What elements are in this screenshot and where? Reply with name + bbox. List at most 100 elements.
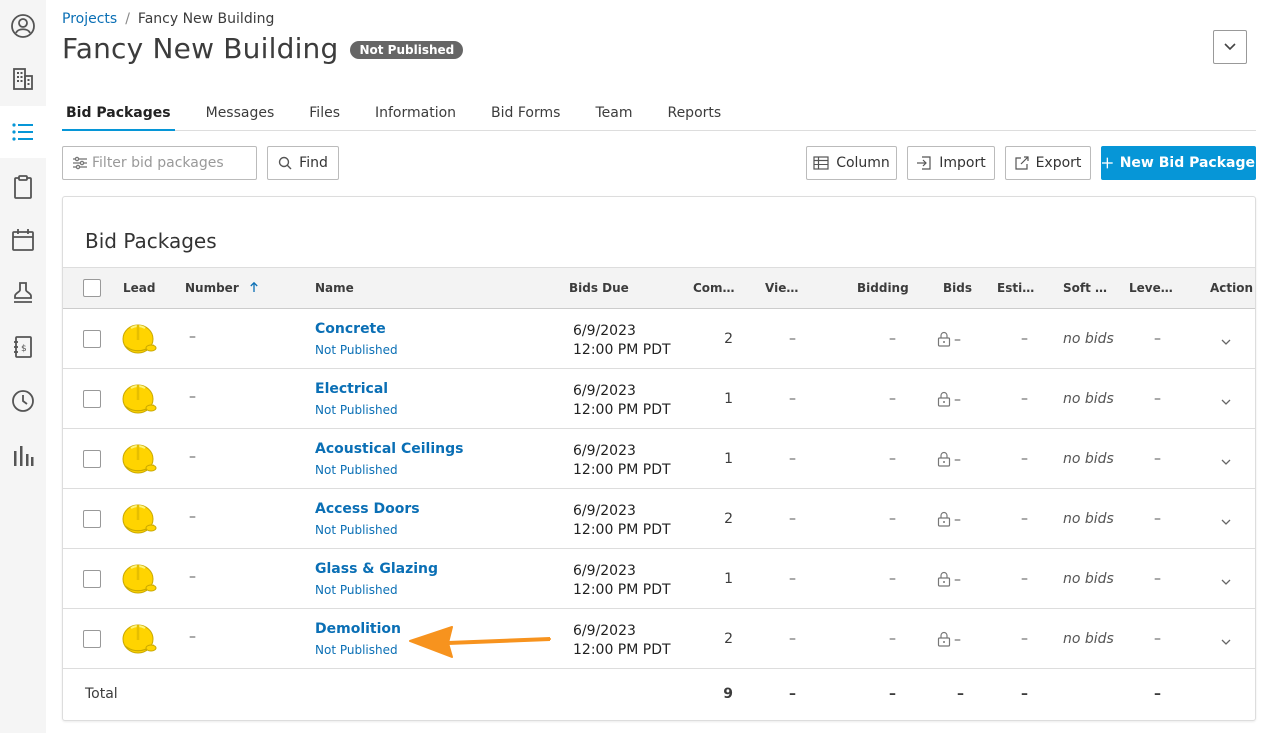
table-row: – Demolition Not Published 6/9/2023 12:00 PM…: [63, 609, 1255, 669]
breadcrumb-projects-link[interactable]: Projects: [62, 11, 117, 27]
new-bid-package-label: New Bid Package: [1119, 155, 1255, 171]
rail-item-bid-packages[interactable]: [0, 106, 46, 158]
row-action-dropdown[interactable]: [1220, 634, 1232, 650]
table-row: – Concrete Not Published 6/9/2023 12:00 PM P…: [63, 309, 1255, 369]
total-bids: –: [957, 686, 964, 702]
tab-files[interactable]: Files: [305, 98, 344, 131]
total-bidding: –: [889, 686, 896, 702]
card-title: Bid Packages: [85, 229, 217, 253]
filter-input[interactable]: [92, 155, 252, 171]
rail-item-approvals[interactable]: [0, 267, 46, 319]
row-bids: –: [937, 451, 961, 468]
rail-item-history[interactable]: [0, 375, 46, 427]
row-action-dropdown[interactable]: [1220, 514, 1232, 530]
row-action-dropdown[interactable]: [1220, 454, 1232, 470]
row-action-dropdown[interactable]: [1220, 394, 1232, 410]
tab-bid-packages[interactable]: Bid Packages: [62, 98, 175, 131]
tab-team[interactable]: Team: [591, 98, 636, 131]
row-com: 1: [724, 451, 733, 467]
bid-package-name-link[interactable]: Demolition: [315, 621, 401, 637]
row-bids-value: –: [954, 512, 961, 528]
row-vie: –: [789, 451, 796, 467]
new-bid-package-button[interactable]: New Bid Package: [1101, 146, 1256, 180]
export-button[interactable]: Export: [1005, 146, 1091, 180]
column-button[interactable]: Column: [806, 146, 897, 180]
find-button[interactable]: Find: [267, 146, 339, 180]
row-checkbox[interactable]: [83, 630, 101, 648]
filter-field[interactable]: [62, 146, 257, 180]
chevron-down-icon: [1221, 579, 1231, 585]
col-header-lead[interactable]: Lead: [123, 268, 155, 308]
breadcrumb-current: Fancy New Building: [137, 11, 275, 27]
bids-due-date: 6/9/2023: [573, 443, 636, 459]
col-header-bidding[interactable]: Bidding: [857, 268, 909, 308]
breadcrumb-separator: /: [125, 11, 130, 27]
total-leve: –: [1154, 686, 1161, 702]
tab-reports[interactable]: Reports: [663, 98, 725, 131]
rail-item-tasks[interactable]: [0, 161, 46, 213]
tab-information[interactable]: Information: [371, 98, 460, 131]
stamp-icon: [14, 282, 32, 303]
row-checkbox[interactable]: [83, 330, 101, 348]
bids-due-time: 12:00 PM PDT: [573, 462, 671, 478]
table-row: – Acoustical Ceilings Not Published 6/9/202…: [63, 429, 1255, 489]
bids-due-date: 6/9/2023: [573, 323, 636, 339]
row-action-dropdown[interactable]: [1220, 574, 1232, 590]
bid-package-status: Not Published: [315, 463, 398, 477]
rail-item-profile[interactable]: [0, 0, 46, 52]
row-bids-value: –: [954, 452, 961, 468]
row-com: 2: [724, 631, 733, 647]
row-action-dropdown[interactable]: [1220, 334, 1232, 350]
row-bidding: –: [889, 391, 896, 407]
title-row: Fancy New Building Not Published: [62, 32, 464, 65]
col-header-number-label: Number: [185, 281, 239, 295]
row-leve: –: [1154, 511, 1161, 527]
row-esti: –: [1021, 631, 1028, 647]
rail-item-projects[interactable]: [0, 53, 46, 105]
row-checkbox[interactable]: [83, 570, 101, 588]
row-bids: –: [937, 391, 961, 408]
row-leve: –: [1154, 331, 1161, 347]
col-header-number[interactable]: Number: [185, 268, 259, 308]
bid-package-name-link[interactable]: Glass & Glazing: [315, 561, 438, 577]
bid-package-name-link[interactable]: Concrete: [315, 321, 386, 337]
col-header-esti[interactable]: Esti…: [997, 268, 1034, 308]
chevron-down-icon: [1221, 399, 1231, 405]
bid-package-name-link[interactable]: Acoustical Ceilings: [315, 441, 463, 457]
bid-package-name-link[interactable]: Access Doors: [315, 501, 420, 517]
bar-chart-icon: [14, 446, 34, 466]
rail-item-directory[interactable]: $: [0, 321, 46, 373]
col-header-name[interactable]: Name: [315, 268, 354, 308]
bids-due-time: 12:00 PM PDT: [573, 522, 671, 538]
import-button[interactable]: Import: [907, 146, 995, 180]
chevron-down-icon: [1221, 459, 1231, 465]
col-header-bids[interactable]: Bids: [943, 268, 972, 308]
col-header-leve[interactable]: Leve…: [1129, 268, 1173, 308]
col-header-com[interactable]: Com…: [693, 268, 735, 308]
project-menu-dropdown[interactable]: [1213, 30, 1247, 64]
row-bids-value: –: [954, 572, 961, 588]
col-header-soft[interactable]: Soft …: [1063, 268, 1107, 308]
tab-bar: Bid Packages Messages Files Information …: [62, 98, 1256, 131]
hard-hat-icon: [122, 624, 157, 654]
tab-bid-forms[interactable]: Bid Forms: [487, 98, 564, 131]
status-badge: Not Published: [350, 40, 464, 59]
bid-package-name-link[interactable]: Electrical: [315, 381, 388, 397]
row-bids-value: –: [954, 332, 961, 348]
tab-messages[interactable]: Messages: [202, 98, 279, 131]
row-checkbox[interactable]: [83, 390, 101, 408]
row-checkbox[interactable]: [83, 510, 101, 528]
rail-item-calendar[interactable]: [0, 214, 46, 266]
bid-package-status: Not Published: [315, 403, 398, 417]
list-icon: [12, 123, 33, 141]
hard-hat-icon: [122, 504, 157, 534]
row-com: 1: [724, 391, 733, 407]
row-checkbox[interactable]: [83, 450, 101, 468]
calendar-icon: [12, 229, 34, 251]
left-rail: $: [0, 0, 46, 733]
col-header-vie[interactable]: Vie…: [765, 268, 798, 308]
rail-item-reports[interactable]: [0, 430, 46, 482]
col-header-bids-due[interactable]: Bids Due: [569, 268, 629, 308]
select-all-checkbox[interactable]: [83, 279, 101, 297]
bid-package-status: Not Published: [315, 583, 398, 597]
